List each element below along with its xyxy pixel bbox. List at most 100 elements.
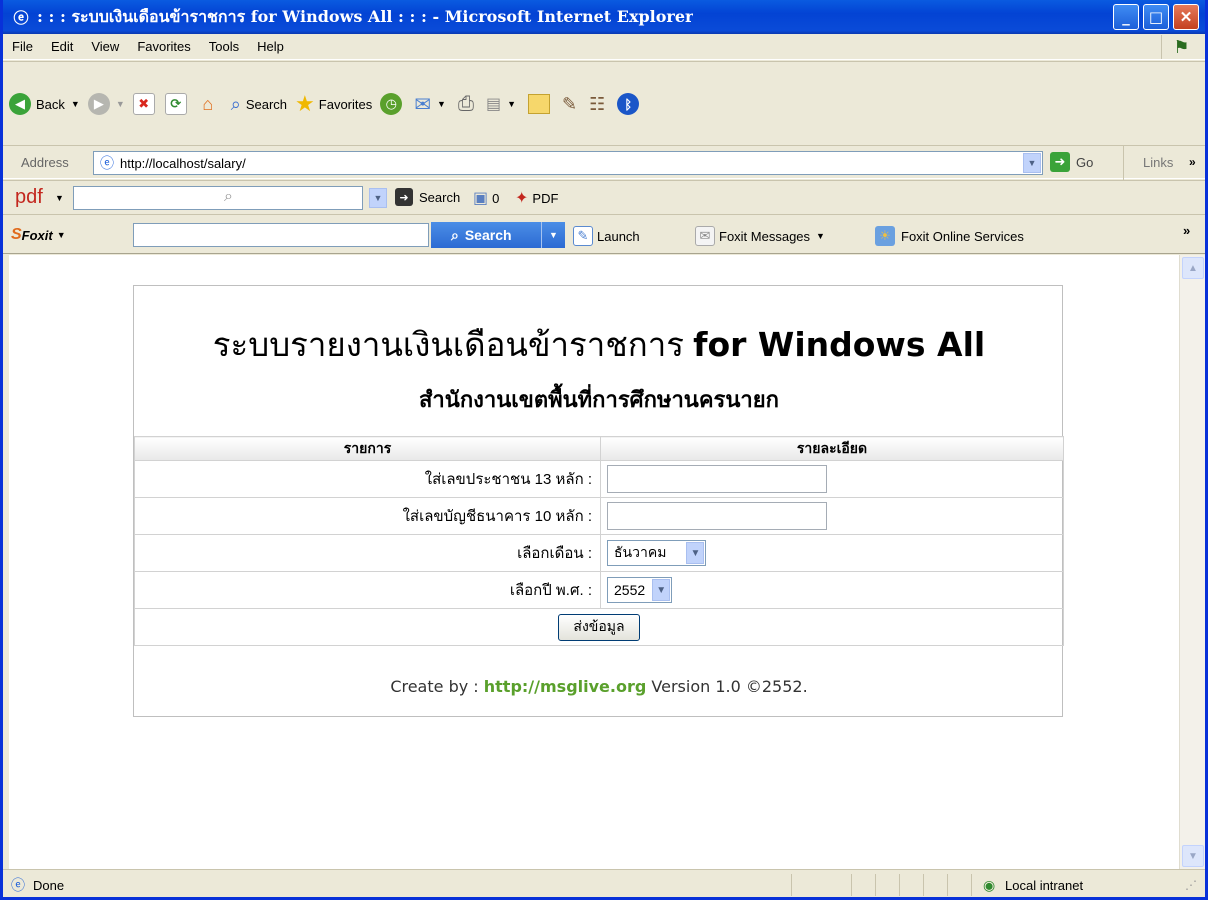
back-arrow-icon: ◀ <box>9 93 31 115</box>
foxit-logo[interactable]: S Foxit ▼ <box>11 226 66 244</box>
pdf-search-dropdown-icon[interactable]: ▼ <box>369 188 387 208</box>
minimize-button[interactable]: _ <box>1113 4 1139 30</box>
back-dropdown-icon[interactable]: ▼ <box>71 99 80 109</box>
month-value: ธันวาคม <box>614 544 667 560</box>
print-icon[interactable]: ⎙ <box>458 93 474 116</box>
pdf-count-button[interactable]: ▣ 0 <box>473 188 499 208</box>
year-value: 2552 <box>614 582 646 598</box>
pdf-search-input[interactable]: ⌕ <box>73 186 363 210</box>
month-dropdown-icon[interactable]: ▼ <box>686 542 705 564</box>
favorites-star-icon: ★ <box>295 91 315 116</box>
bluetooth-icon[interactable]: ᛒ <box>617 93 640 115</box>
stop-icon[interactable]: ✖ <box>132 93 155 115</box>
submit-button[interactable]: ส่งข้อมูล <box>558 613 640 641</box>
pdf-search-arrow-icon: ➜ <box>395 188 413 206</box>
search-magnifier-icon: ⌕ <box>230 93 241 114</box>
pdf-dropdown-icon[interactable]: ▼ <box>55 193 64 203</box>
status-text: Done <box>33 877 65 893</box>
online-services-icon: ☀ <box>875 226 895 246</box>
year-dropdown-icon[interactable]: ▼ <box>652 579 671 601</box>
foxit-messages-button[interactable]: ✉ Foxit Messages ▼ <box>695 226 825 246</box>
browser-window: ⓔ : : : ระบบเงินเดือนข้าราชการ for Windo… <box>0 0 1208 900</box>
title-bar[interactable]: ⓔ : : : ระบบเงินเดือนข้าราชการ for Windo… <box>3 0 1205 34</box>
close-button[interactable]: ✕ <box>1173 4 1199 30</box>
year-label: เลือกปี พ.ศ. : <box>134 571 601 609</box>
links-button[interactable]: Links <box>1143 155 1173 170</box>
page-title: ระบบรายงานเงินเดือนข้าราชการ for Windows… <box>212 325 986 364</box>
mail-dropdown-icon[interactable]: ▼ <box>437 99 446 109</box>
foxit-online-services-button[interactable]: ☀ Foxit Online Services <box>875 226 1024 246</box>
home-icon[interactable]: ⌂ <box>197 93 219 115</box>
scroll-down-icon[interactable]: ▼ <box>1182 845 1204 867</box>
mail-icon[interactable]: ✉ <box>414 92 431 117</box>
foxit-dropdown-icon: ▼ <box>56 230 66 240</box>
edit-dropdown-icon[interactable]: ▼ <box>507 99 516 109</box>
address-url: http://localhost/salary/ <box>120 155 246 171</box>
resize-grip-icon[interactable]: ⋰ <box>1185 878 1197 892</box>
pdf-page-icon: ▣ <box>473 190 489 207</box>
menu-edit[interactable]: Edit <box>42 39 82 54</box>
history-icon[interactable]: ◷ <box>380 93 403 115</box>
address-dropdown-icon[interactable]: ▼ <box>1023 153 1041 173</box>
address-input[interactable]: ⓔ http://localhost/salary/ ▼ <box>93 151 1043 175</box>
favorites-button[interactable]: ★ Favorites <box>295 91 372 117</box>
folder-icon[interactable] <box>527 94 550 114</box>
footer-link[interactable]: http://msglive.org <box>484 677 647 696</box>
menu-tools[interactable]: Tools <box>200 39 248 54</box>
messenger-icon[interactable]: ☷ <box>589 94 605 115</box>
foxit-search-dropdown-icon[interactable]: ▼ <box>541 222 565 248</box>
windows-flag-icon: ⚑ <box>1161 35 1201 59</box>
table-header-row: รายการ รายละเอียด <box>134 436 1064 461</box>
messages-dropdown-icon: ▼ <box>816 231 825 241</box>
table-row: ใส่เลขบัญชีธนาคาร 10 หลัก : <box>134 497 1064 535</box>
forward-button[interactable]: ▶ ▼ <box>87 93 125 115</box>
citizen-id-input[interactable] <box>607 465 827 493</box>
pdf-button[interactable]: ✦ PDF <box>515 188 558 208</box>
citizen-id-label: ใส่เลขประชาชน 13 หลัก : <box>134 460 601 498</box>
edit-icon[interactable]: ▤ <box>486 94 501 114</box>
pdf-logo: pdf <box>15 186 43 208</box>
links-chevron-icon[interactable]: » <box>1189 155 1196 169</box>
standard-toolbar: ◀ Back ▼ ▶ ▼ ✖ ⟳ ⌂ ⌕ Search ★ Favorites … <box>3 61 1205 145</box>
menu-view[interactable]: View <box>82 39 128 54</box>
salary-form-card: ระบบรายงานเงินเดือนข้าราชการ for Windows… <box>133 285 1064 717</box>
foxit-swirl-icon: S <box>11 226 22 243</box>
foxit-toolbar: S Foxit ▼ ⌕ Search ▼ ✎ Launch ✉ Foxit Me… <box>3 214 1205 254</box>
table-row: ส่งข้อมูล <box>134 608 1064 646</box>
foxit-search-button[interactable]: ⌕ Search ▼ <box>431 222 565 248</box>
go-button[interactable]: ➜ Go <box>1050 152 1093 172</box>
vertical-scrollbar[interactable]: ▲ ▼ <box>1179 255 1205 869</box>
scroll-up-icon[interactable]: ▲ <box>1182 257 1204 279</box>
foxit-chevron-icon[interactable]: » <box>1183 223 1190 238</box>
table-row: เลือกเดือน : ธันวาคม ▼ <box>134 534 1064 572</box>
form-table: รายการ รายละเอียด ใส่เลขประชาชน 13 หลัก … <box>134 436 1064 646</box>
search-button[interactable]: ⌕ Search <box>231 94 287 115</box>
foxit-launch-button[interactable]: ✎ Launch <box>573 226 640 246</box>
menu-help[interactable]: Help <box>248 39 293 54</box>
address-bar: Address ⓔ http://localhost/salary/ ▼ ➜ G… <box>3 145 1205 180</box>
foxit-search-input[interactable] <box>133 223 429 247</box>
column-header-item: รายการ <box>134 436 601 461</box>
messages-icon: ✉ <box>695 226 715 246</box>
menu-favorites[interactable]: Favorites <box>128 39 199 54</box>
page-icon: ⓔ <box>100 155 114 171</box>
menu-file[interactable]: File <box>3 39 42 54</box>
forward-arrow-icon: ▶ <box>87 93 110 115</box>
footer-credit: Create by : http://msglive.org Version 1… <box>390 677 808 696</box>
bank-account-input[interactable] <box>607 502 827 530</box>
page-subtitle: สำนักงานเขตพื้นที่การศึกษานครนายก <box>419 387 779 412</box>
ie-logo-icon: ⓔ <box>13 8 29 27</box>
column-header-detail: รายละเอียด <box>600 436 1064 461</box>
research-icon[interactable]: ✎ <box>562 94 577 115</box>
bank-account-label: ใส่เลขบัญชีธนาคาร 10 หลัก : <box>134 497 601 535</box>
refresh-icon[interactable]: ⟳ <box>164 93 187 115</box>
month-select[interactable]: ธันวาคม ▼ <box>607 540 707 566</box>
pdf-toolbar: pdf ▼ ⌕ ▼ ➜ Search ▣ 0 ✦ PDF <box>3 180 1205 214</box>
year-select[interactable]: 2552 ▼ <box>607 577 673 603</box>
forward-dropdown-icon[interactable]: ▼ <box>116 99 125 109</box>
maximize-button[interactable]: □ <box>1143 4 1169 30</box>
foxit-magnifier-icon: ⌕ <box>451 226 459 243</box>
pdf-search-button[interactable]: ➜ Search <box>395 188 460 206</box>
month-label: เลือกเดือน : <box>134 534 601 572</box>
back-button[interactable]: ◀ Back ▼ <box>9 93 80 115</box>
